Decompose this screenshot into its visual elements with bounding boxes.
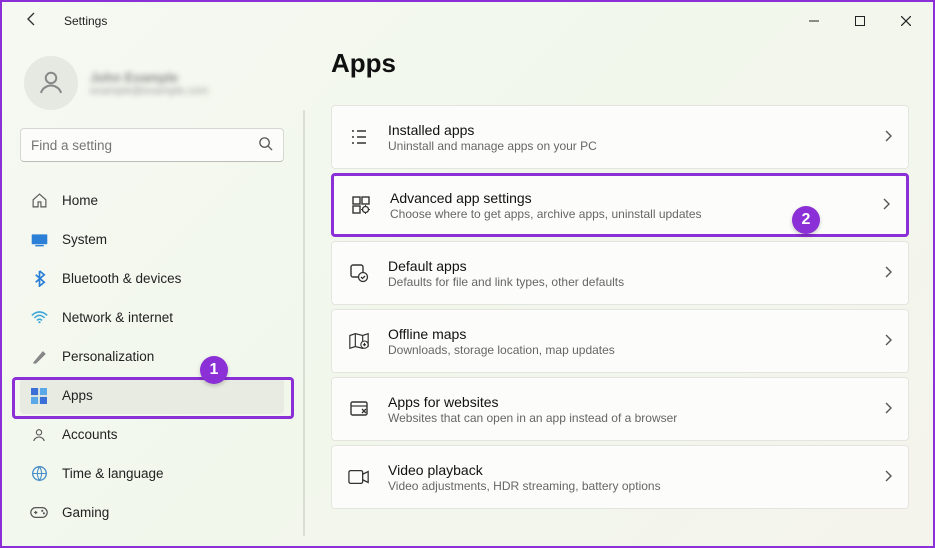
card-desc: Defaults for file and link types, other …: [388, 275, 866, 289]
card-apps-for-websites[interactable]: Apps for websites Websites that can open…: [331, 377, 909, 441]
scrollbar[interactable]: [303, 110, 305, 536]
card-desc: Uninstall and manage apps on your PC: [388, 139, 866, 153]
sidebar: John Example example@example.com Home Sy…: [2, 40, 302, 546]
sidebar-item-system[interactable]: System: [20, 221, 284, 258]
sidebar-item-label: Accounts: [62, 427, 118, 442]
card-title: Offline maps: [388, 326, 866, 342]
back-button[interactable]: [16, 11, 48, 32]
personalization-icon: [30, 348, 48, 366]
video-playback-icon: [348, 466, 370, 488]
chevron-right-icon: [884, 129, 892, 145]
sidebar-item-label: Personalization: [62, 349, 154, 364]
avatar: [24, 56, 78, 110]
sidebar-item-network[interactable]: Network & internet: [20, 299, 284, 336]
card-title: Apps for websites: [388, 394, 866, 410]
maximize-button[interactable]: [837, 5, 883, 37]
chevron-right-icon: [882, 197, 890, 213]
advanced-app-icon: [350, 194, 372, 216]
account-block[interactable]: John Example example@example.com: [20, 50, 284, 128]
card-installed-apps[interactable]: Installed apps Uninstall and manage apps…: [331, 105, 909, 169]
bluetooth-icon: [30, 270, 48, 288]
card-offline-maps[interactable]: Offline maps Downloads, storage location…: [331, 309, 909, 373]
sidebar-item-label: Home: [62, 193, 98, 208]
card-title: Default apps: [388, 258, 866, 274]
sidebar-item-label: Network & internet: [62, 310, 173, 325]
sidebar-item-label: Time & language: [62, 466, 164, 481]
sidebar-item-home[interactable]: Home: [20, 182, 284, 219]
gaming-icon: [30, 504, 48, 522]
sidebar-item-bluetooth[interactable]: Bluetooth & devices: [20, 260, 284, 297]
sidebar-item-label: System: [62, 232, 107, 247]
card-title: Video playback: [388, 462, 866, 478]
card-advanced-app-settings[interactable]: Advanced app settings Choose where to ge…: [331, 173, 909, 237]
search-input[interactable]: [31, 138, 249, 153]
minimize-button[interactable]: [791, 5, 837, 37]
chevron-right-icon: [884, 333, 892, 349]
card-desc: Downloads, storage location, map updates: [388, 343, 866, 357]
sidebar-item-label: Bluetooth & devices: [62, 271, 181, 286]
card-desc: Websites that can open in an app instead…: [388, 411, 866, 425]
account-email: example@example.com: [90, 85, 208, 97]
apps-websites-icon: [348, 398, 370, 420]
account-name: John Example: [90, 70, 208, 85]
nav-list: Home System Bluetooth & devices Network …: [20, 182, 284, 531]
window-title: Settings: [64, 14, 107, 28]
card-desc: Choose where to get apps, archive apps, …: [390, 207, 864, 221]
sidebar-item-time-language[interactable]: Time & language: [20, 455, 284, 492]
settings-list: Installed apps Uninstall and manage apps…: [331, 105, 909, 509]
sidebar-item-personalization[interactable]: Personalization: [20, 338, 284, 375]
search-icon: [258, 136, 273, 154]
home-icon: [30, 192, 48, 210]
card-title: Advanced app settings: [390, 190, 864, 206]
search-box[interactable]: [20, 128, 284, 162]
close-button[interactable]: [883, 5, 929, 37]
sidebar-item-apps[interactable]: Apps: [20, 377, 284, 414]
chevron-right-icon: [884, 469, 892, 485]
sidebar-item-accounts[interactable]: Accounts: [20, 416, 284, 453]
sidebar-item-label: Gaming: [62, 505, 109, 520]
installed-apps-icon: [348, 126, 370, 148]
offline-maps-icon: [348, 330, 370, 352]
apps-icon: [30, 387, 48, 405]
card-default-apps[interactable]: Default apps Defaults for file and link …: [331, 241, 909, 305]
card-title: Installed apps: [388, 122, 866, 138]
chevron-right-icon: [884, 265, 892, 281]
card-desc: Video adjustments, HDR streaming, batter…: [388, 479, 866, 493]
card-video-playback[interactable]: Video playback Video adjustments, HDR st…: [331, 445, 909, 509]
titlebar: Settings: [2, 2, 933, 40]
page-title: Apps: [331, 48, 909, 79]
chevron-right-icon: [884, 401, 892, 417]
network-icon: [30, 309, 48, 327]
system-icon: [30, 231, 48, 249]
time-language-icon: [30, 465, 48, 483]
accounts-icon: [30, 426, 48, 444]
main-panel: Apps Installed apps Uninstall and manage…: [302, 40, 933, 546]
sidebar-item-gaming[interactable]: Gaming: [20, 494, 284, 531]
sidebar-item-label: Apps: [62, 388, 93, 403]
default-apps-icon: [348, 262, 370, 284]
